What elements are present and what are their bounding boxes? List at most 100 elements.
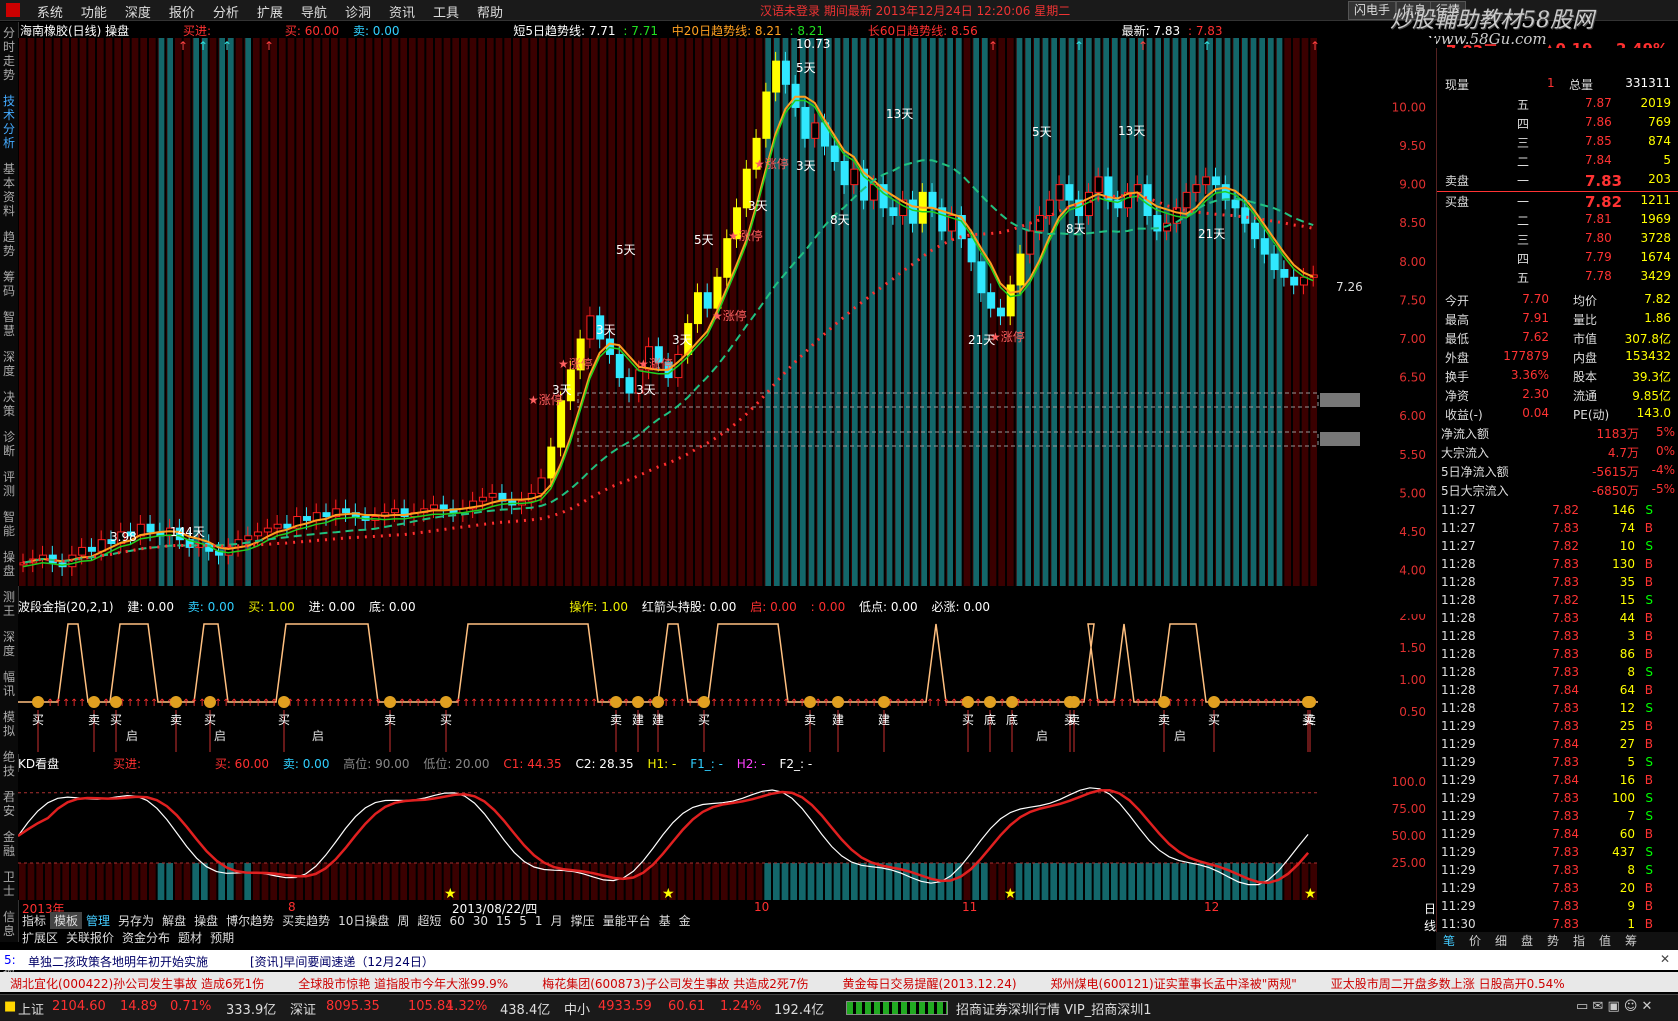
menu-2[interactable]: 深度 bbox=[116, 0, 160, 23]
quote-tab-6[interactable]: 值 bbox=[1592, 932, 1618, 949]
left-tab-12[interactable]: 测王 bbox=[0, 586, 17, 626]
ticker-item[interactable]: 亚太股市周二开盘多数上涨 日股高开0.54% bbox=[1331, 975, 1565, 992]
left-tab-9[interactable]: 评测 bbox=[0, 466, 17, 506]
menu-7[interactable]: 诊洞 bbox=[336, 0, 380, 23]
quote-tab-3[interactable]: 盘 bbox=[1514, 932, 1540, 949]
tick-side: B bbox=[1644, 881, 1653, 895]
left-tab-6[interactable]: 深度 bbox=[0, 346, 17, 386]
bottom-tab-19[interactable]: 基 bbox=[655, 912, 675, 929]
trend-zone-stripe bbox=[869, 38, 875, 586]
trend-zone-stripe bbox=[1034, 38, 1040, 586]
left-tab-10[interactable]: 智能 bbox=[0, 506, 17, 546]
chart-annotation: 13天 bbox=[1118, 124, 1145, 138]
menu-10[interactable]: 帮助 bbox=[468, 0, 512, 23]
close-icon[interactable]: ✕ bbox=[1660, 952, 1670, 966]
left-tab-7[interactable]: 决策 bbox=[0, 386, 17, 426]
quote-tab-5[interactable]: 指 bbox=[1566, 932, 1592, 949]
bottom-tab-2[interactable]: 管理 bbox=[82, 912, 114, 929]
left-tab-4[interactable]: 筹码 bbox=[0, 266, 17, 306]
bottom-tab-20[interactable]: 金 bbox=[675, 912, 695, 929]
bottom-tab2-1[interactable]: 关联报价 bbox=[62, 929, 118, 946]
news-item-1[interactable]: 单独二孩政策各地明年初开始实施 bbox=[28, 953, 208, 970]
bottom-tab-8[interactable]: 10日操盘 bbox=[334, 912, 393, 929]
tray-icons[interactable]: ▭ ✉ ▣ ☺ ✕ bbox=[1576, 999, 1652, 1014]
left-tab-15[interactable]: 模拟 bbox=[0, 706, 17, 746]
latest-price2: : 7.83 bbox=[1187, 24, 1223, 38]
kd-bg-stripe bbox=[27, 863, 35, 900]
bottom-tab-6[interactable]: 博尔趋势 bbox=[222, 912, 278, 929]
quote-tab-7[interactable]: 筹 bbox=[1618, 932, 1644, 949]
bottom-tab-12[interactable]: 30 bbox=[469, 914, 492, 928]
left-tab-2[interactable]: 基本资料 bbox=[0, 158, 17, 226]
bottom-tab2-0[interactable]: 扩展区 bbox=[18, 929, 62, 946]
left-tab-13[interactable]: 深度 bbox=[0, 626, 17, 666]
menu-4[interactable]: 分析 bbox=[204, 0, 248, 23]
candle-body bbox=[1094, 176, 1103, 193]
left-tab-5[interactable]: 智慧 bbox=[0, 306, 17, 346]
kd-chart[interactable]: 100.0 75.00 50.00 25.00 ★ ★ ★ ★ bbox=[18, 772, 1436, 900]
ticker-item[interactable]: 梅花集团(600873)子公司发生事故 共造成2死7伤 bbox=[542, 975, 808, 992]
bottom-tab-7[interactable]: 买卖趋势 bbox=[278, 912, 334, 929]
left-tab-17[interactable]: 君安 bbox=[0, 786, 17, 826]
bottom-tab-5[interactable]: 操盘 bbox=[190, 912, 222, 929]
menu-3[interactable]: 报价 bbox=[160, 0, 204, 23]
ask-row: 四 7.86 769 bbox=[1437, 115, 1678, 134]
bottom-tab2-2[interactable]: 资金分布 bbox=[118, 929, 174, 946]
left-tab-8[interactable]: 诊断 bbox=[0, 426, 17, 466]
left-tab-14[interactable]: 幅讯 bbox=[0, 666, 17, 706]
quote-tab-1[interactable]: 价 bbox=[1462, 932, 1488, 949]
ask-row: 三 7.85 874 bbox=[1437, 134, 1678, 153]
menu-8[interactable]: 资讯 bbox=[380, 0, 424, 23]
ticker-item[interactable]: 全球股市惊艳 道指股市今年大涨99.9% bbox=[298, 975, 508, 992]
bottom-tab-1[interactable]: 模板 bbox=[50, 912, 83, 929]
bottom-tab-18[interactable]: 量能平台 bbox=[599, 912, 655, 929]
menu-6[interactable]: 导航 bbox=[292, 0, 336, 23]
menu-0[interactable]: 系统 bbox=[28, 0, 72, 23]
bottom-tab-13[interactable]: 15 bbox=[492, 914, 515, 928]
bottom-tab2-4[interactable]: 预期 bbox=[206, 929, 238, 946]
bottom-tab-14[interactable]: 5 bbox=[515, 914, 531, 928]
bottom-tab-3[interactable]: 另存为 bbox=[114, 912, 158, 929]
bottom-tab-11[interactable]: 60 bbox=[445, 914, 468, 928]
quote-tab-2[interactable]: 细 bbox=[1488, 932, 1514, 949]
left-tab-16[interactable]: 绝技 bbox=[0, 746, 17, 786]
bottom-tab-16[interactable]: 月 bbox=[547, 912, 567, 929]
flow-row: 5日大宗流入 -6850万 -5% bbox=[1437, 482, 1678, 501]
candlestick-chart[interactable]: 10.00 9.50 9.00 8.50 8.00 7.50 7.00 6.50 6.00 5.5… bbox=[18, 38, 1436, 586]
quote-tab-0[interactable]: 笔 bbox=[1436, 932, 1462, 949]
candle-body bbox=[78, 546, 87, 556]
band-signal-label: 买 bbox=[32, 713, 44, 727]
left-tab-3[interactable]: 趋势 bbox=[0, 226, 17, 266]
bottom-tab-17[interactable]: 撑压 bbox=[567, 912, 599, 929]
quote-tab-4[interactable]: 势 bbox=[1540, 932, 1566, 949]
stat-label: 今开 bbox=[1445, 294, 1470, 308]
menu-9[interactable]: 工具 bbox=[424, 0, 468, 23]
kd-h1: H1: - bbox=[647, 757, 677, 771]
left-tab-11[interactable]: 操盘 bbox=[0, 546, 17, 586]
left-tab-0[interactable]: 分时走势 bbox=[0, 22, 17, 90]
menu-1[interactable]: 功能 bbox=[72, 0, 116, 23]
ticker-item[interactable]: 郑州煤电(600121)证实董事长孟中泽被"两规" bbox=[1051, 975, 1297, 992]
menu-5[interactable]: 扩展 bbox=[248, 0, 292, 23]
tick-side: B bbox=[1644, 557, 1653, 571]
tick-time: 11:30 bbox=[1441, 917, 1476, 931]
stat-label: 收益(-) bbox=[1445, 408, 1483, 422]
ticker-item[interactable]: 湖北宜化(000422)孙公司发生事故 造成6死1伤 bbox=[10, 975, 264, 992]
left-tab-18[interactable]: 金融 bbox=[0, 826, 17, 866]
lightning-trade-button[interactable]: 闪电手 bbox=[1348, 1, 1397, 20]
left-tab-1[interactable]: 技术分析 bbox=[0, 90, 17, 158]
left-tab-20[interactable]: 信息 bbox=[0, 906, 17, 946]
bottom-tab-0[interactable]: 指标 bbox=[18, 912, 50, 929]
bottom-tab-4[interactable]: 解盘 bbox=[158, 912, 190, 929]
bottom-tab-15[interactable]: 1 bbox=[531, 914, 547, 928]
bottom-tab2-3[interactable]: 题材 bbox=[174, 929, 206, 946]
bottom-tab-10[interactable]: 超短 bbox=[413, 912, 445, 929]
tick-price: 7.83 bbox=[1552, 701, 1579, 715]
left-tab-19[interactable]: 卫士 bbox=[0, 866, 17, 906]
bid-volume: 3429 bbox=[1640, 269, 1671, 283]
bottom-tab-9[interactable]: 周 bbox=[393, 912, 413, 929]
band-indicator-chart[interactable]: ↑ ↑ ↑ ↑ ↑ ↑ ↑ ↑ ↑ ↑ ↑ ↑ ↑ ↑ ↑ ↑ ↑ ↑ ↑ ↑ ↑ ↑ ↑ ↑ ↑ ↑ ↑ ↑ ↑ ↑ ↑ ↑ ↑ ↑ ↑ ↑ ↑ ↑ ↑ ↑… bbox=[18, 614, 1436, 754]
kd-bg-stripe bbox=[513, 863, 520, 900]
news-item-2[interactable]: [资讯]早间要闻速递（12月24日） bbox=[250, 953, 434, 970]
ticker-item[interactable]: 黄金每日交易提醒(2013.12.24) bbox=[842, 975, 1016, 992]
